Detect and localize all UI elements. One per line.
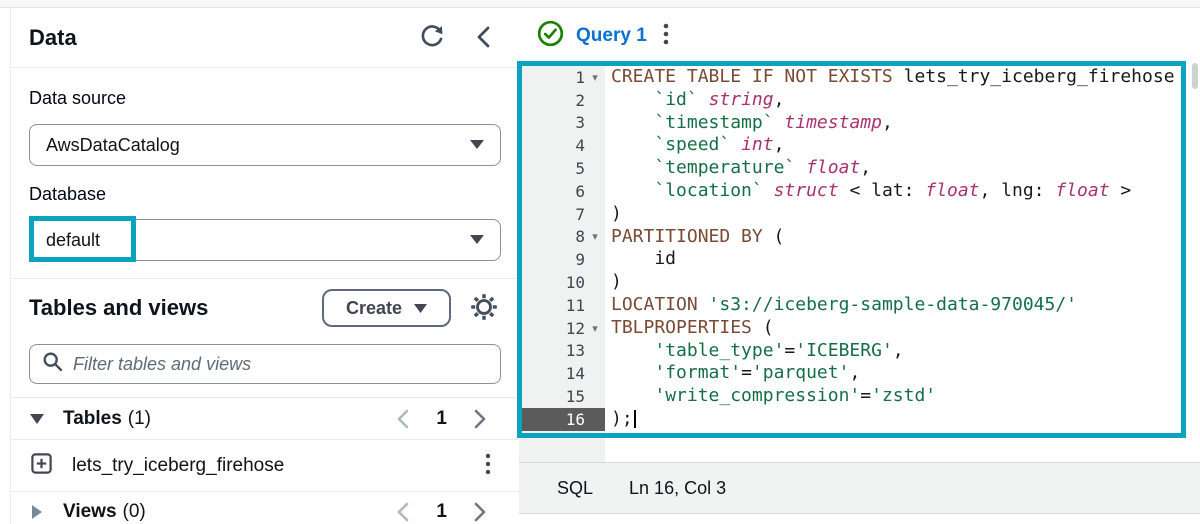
tables-section-row[interactable]: Tables (1) 1 [11,398,519,439]
code-line[interactable]: 'format'='parquet', [611,362,1200,385]
caret-down-icon [470,231,484,249]
table-actions-button[interactable] [485,453,491,478]
gutter-line[interactable]: 4 [519,134,605,157]
gutter-line[interactable]: 14 [519,362,605,385]
data-source-label: Data source [29,88,501,110]
fold-arrow-icon[interactable]: ▾ [585,230,605,243]
database-select[interactable]: default [29,219,501,261]
data-source-value: AwsDataCatalog [46,135,180,156]
settings-button[interactable] [467,290,501,327]
tab-query-1[interactable]: Query 1 [537,20,647,52]
fold-arrow-icon[interactable]: ▾ [585,322,605,335]
gutter-line[interactable]: 2 [519,89,605,112]
data-panel-header: Data [11,9,519,67]
code-line[interactable]: CREATE TABLE IF NOT EXISTS lets_try_iceb… [611,66,1200,89]
editor-scrollbar[interactable] [1192,63,1198,89]
gutter-line[interactable]: 16 [519,408,605,431]
gutter-line[interactable]: 12▾ [519,317,605,340]
data-source-select[interactable]: AwsDataCatalog [29,124,501,166]
code-line[interactable]: `id` string, [611,89,1200,112]
table-name: lets_try_iceberg_firehose [72,455,284,477]
query-success-check-icon [537,20,564,52]
search-icon [42,351,63,377]
tables-page-number: 1 [436,408,447,430]
gutter-line[interactable]: 10 [519,271,605,294]
code-line[interactable]: ) [611,203,1200,226]
gutter-line[interactable]: 6 [519,180,605,203]
caret-down-icon [414,301,427,316]
query-tab-bar: Query 1 [519,9,1200,62]
previous-page-button[interactable] [396,501,410,523]
code-line[interactable]: id [611,248,1200,271]
text-cursor [634,410,636,428]
caret-right-icon[interactable] [29,505,45,519]
gutter-line[interactable]: 13 [519,340,605,363]
code-line[interactable]: `location` struct < lat: float, lng: flo… [611,180,1200,203]
next-page-button[interactable] [473,501,487,523]
ellipsis-vertical-icon [663,22,669,49]
gutter-line[interactable]: 5 [519,157,605,180]
filter-input-container [29,344,501,384]
gutter-line[interactable]: 9 [519,248,605,271]
language-indicator: SQL [557,478,593,499]
gear-icon [469,292,499,325]
editor-status-bar: SQL Ln 16, Col 3 [519,462,1200,514]
collapse-panel-button[interactable] [471,23,497,54]
code-line[interactable]: `speed` int, [611,134,1200,157]
editor-gutter: 1▾2345678▾9101112▾13141516 [519,62,605,462]
database-value: default [46,230,100,251]
filter-tables-input[interactable] [73,354,488,375]
code-line[interactable]: 'write_compression'='zstd' [611,385,1200,408]
caret-down-icon [470,136,484,154]
views-count: (0) [123,501,146,523]
code-line[interactable]: 'table_type'='ICEBERG', [611,340,1200,363]
caret-down-icon[interactable] [29,414,45,424]
gutter-line[interactable]: 3 [519,112,605,135]
gutter-line[interactable]: 15 [519,385,605,408]
next-page-button[interactable] [473,408,487,430]
refresh-icon [419,24,445,53]
page-top-border [0,0,1200,8]
editor-code[interactable]: CREATE TABLE IF NOT EXISTS lets_try_iceb… [605,62,1200,462]
views-page-number: 1 [436,501,447,523]
previous-page-button[interactable] [396,408,410,430]
code-line[interactable]: LOCATION 's3://iceberg-sample-data-97004… [611,294,1200,317]
chevron-left-icon [473,25,495,52]
code-line[interactable]: `temperature` float, [611,157,1200,180]
tables-section-label: Tables [63,408,122,430]
views-section-row[interactable]: Views (0) 1 [11,492,519,524]
sql-editor[interactable]: 1▾2345678▾9101112▾13141516 CREATE TABLE … [519,62,1200,462]
expand-plus-icon[interactable] [31,453,52,479]
query-tab-menu-button[interactable] [661,20,671,51]
table-row[interactable]: lets_try_iceberg_firehose [11,440,519,491]
ellipsis-vertical-icon [485,453,491,478]
tables-and-views-title: Tables and views [29,295,208,321]
code-line[interactable]: ) [611,271,1200,294]
query-tab-label: Query 1 [576,25,647,47]
create-button-label: Create [346,298,402,319]
code-line[interactable]: TBLPROPERTIES ( [611,317,1200,340]
views-pagination: 1 [396,501,487,523]
views-section-label: Views [63,501,117,523]
code-line[interactable]: ); [611,408,1200,431]
database-label: Database [29,184,501,206]
tables-pagination: 1 [396,408,487,430]
gutter-line[interactable]: 11 [519,294,605,317]
refresh-button[interactable] [417,22,447,55]
fold-arrow-icon[interactable]: ▾ [585,71,605,84]
create-button[interactable]: Create [322,289,451,327]
tables-and-views-header: Tables and views Create [11,279,519,337]
gutter-line[interactable]: 8▾ [519,226,605,249]
cursor-position-indicator: Ln 16, Col 3 [629,478,726,499]
gutter-line[interactable]: 1▾ [519,66,605,89]
divider [11,67,519,68]
gutter-line[interactable]: 7 [519,203,605,226]
tables-count: (1) [128,408,151,430]
data-panel: Data Data source AwsDataCatalog Da [11,9,519,524]
code-line[interactable]: `timestamp` timestamp, [611,112,1200,135]
code-line[interactable]: PARTITIONED BY ( [611,226,1200,249]
panel-title: Data [29,25,77,51]
